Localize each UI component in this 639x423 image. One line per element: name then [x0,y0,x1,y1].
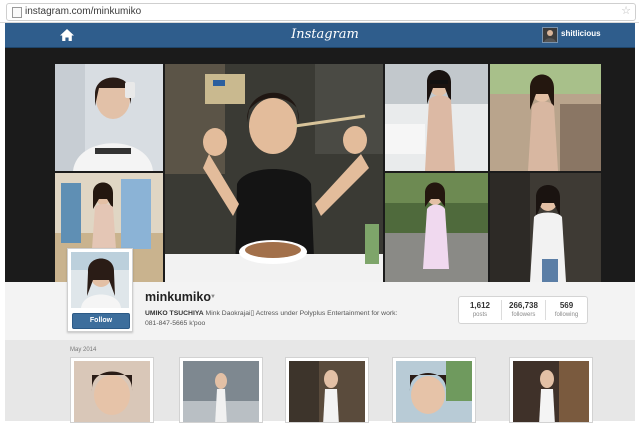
profile-username: minkumiko [145,290,211,304]
following-label: following [554,312,579,318]
collage-photo-main[interactable] [165,64,383,282]
month-label: May 2014 [70,347,97,353]
current-user-name[interactable]: shitlicious [561,28,601,40]
following-count: 569 [559,301,574,310]
following-stat[interactable]: 569 following [546,297,587,323]
collage-photo-6[interactable] [490,173,601,282]
profile-bio-line-2: 081-847-5665 k'poo [145,320,206,327]
browser-address-bar: instagram.com/minkumiko ☆ [0,0,639,23]
posts-count: 1,612 [469,301,491,310]
bio-name: UMIKO TSUCHIYA [145,310,204,317]
followers-count: 266,738 [509,301,538,310]
chevron-down-icon[interactable]: ▼ [210,292,216,302]
collage-photo-5[interactable] [385,173,488,282]
followers-label: followers [511,312,536,318]
url-text[interactable]: instagram.com/minkumiko [25,5,141,19]
post-thumbnail-4[interactable] [392,357,476,423]
post-thumbnail-5[interactable] [509,357,593,423]
post-thumbnail-1[interactable] [70,357,154,423]
user-avatar[interactable] [542,27,558,43]
post-thumbnail-2[interactable] [179,357,263,423]
posts-label: posts [472,312,488,318]
star-icon[interactable]: ☆ [621,4,631,18]
instagram-logo[interactable]: Instagram [285,25,365,45]
collage-photo-3[interactable] [490,64,601,171]
posts-stat[interactable]: 1,612 posts [459,297,501,323]
bio-text: Mink Daokrajai▯ Actress under Polyplus E… [203,310,398,317]
followers-stat[interactable]: 266,738 followers [502,297,545,323]
profile-bio: UMIKO TSUCHIYA Mink Daokrajai▯ Actress u… [145,309,397,318]
profile-card: Follow [67,248,133,332]
follow-button[interactable]: Follow [72,313,130,329]
page-icon [12,7,22,18]
collage-photo-2[interactable] [385,64,488,171]
collage-photo-1[interactable] [55,64,163,171]
profile-stats: 1,612 posts 266,738 followers 569 follow… [458,296,588,324]
home-icon[interactable] [59,27,75,43]
profile-avatar[interactable] [71,252,129,308]
instagram-header: Instagram shitlicious [5,23,635,48]
url-field[interactable]: instagram.com/minkumiko ☆ [6,3,636,21]
post-thumbnail-3[interactable] [285,357,369,423]
